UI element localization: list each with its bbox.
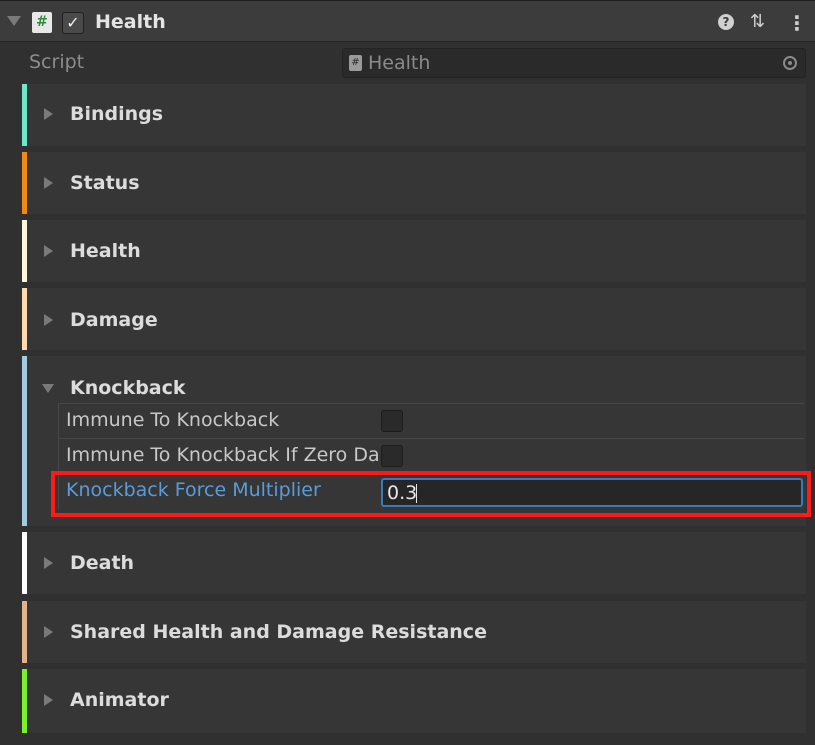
section-title: Damage [70, 309, 158, 331]
script-field-value: Health [368, 52, 431, 74]
section-stripe [22, 669, 27, 733]
section-bindings[interactable]: Bindings [22, 84, 806, 146]
component-enabled-checkbox[interactable]: ✓ [62, 12, 84, 34]
section-title: Death [70, 552, 135, 574]
section-stripe [22, 356, 27, 526]
section-death[interactable]: Death [22, 532, 806, 594]
property-label: Immune To Knockback If Zero Damage [66, 444, 378, 466]
expand-arrow-icon[interactable] [44, 108, 53, 120]
section-title: Bindings [70, 103, 164, 125]
expand-arrow-icon[interactable] [44, 557, 53, 569]
script-asset-icon: # [349, 55, 362, 71]
expand-arrow-icon[interactable] [44, 626, 53, 638]
script-label: Script [29, 51, 85, 73]
preset-sliders-icon[interactable]: ⇅ [750, 11, 765, 32]
immune-zero-damage-row: Immune To Knockback If Zero Damage [58, 438, 804, 473]
section-title: Health [70, 240, 141, 262]
section-stripe [22, 220, 27, 282]
foldout-arrow-icon[interactable] [7, 16, 21, 26]
section-stripe [22, 601, 27, 663]
section-title: Animator [70, 689, 169, 711]
section-status[interactable]: Status [22, 152, 806, 214]
section-animator[interactable]: Animator [22, 669, 806, 733]
expand-arrow-icon[interactable] [44, 694, 53, 706]
expand-arrow-icon[interactable] [44, 177, 53, 189]
immune-zero-damage-checkbox[interactable] [381, 445, 403, 467]
immune-to-knockback-checkbox[interactable] [381, 410, 403, 432]
section-title: Status [70, 172, 140, 194]
property-label: Immune To Knockback [66, 409, 280, 431]
immune-to-knockback-row: Immune To Knockback [58, 403, 804, 438]
component-header[interactable]: # ✓ Health ? ⇅ ⋮ [0, 0, 815, 42]
collapse-arrow-icon[interactable] [42, 384, 54, 393]
section-title: Knockback [70, 377, 186, 399]
section-title: Shared Health and Damage Resistance [70, 621, 487, 643]
context-menu-icon[interactable]: ⋮ [787, 11, 807, 35]
section-damage[interactable]: Damage [22, 288, 806, 350]
highlight-box [51, 471, 811, 517]
section-stripe [22, 288, 27, 350]
expand-arrow-icon[interactable] [44, 245, 53, 257]
help-icon[interactable]: ? [718, 14, 734, 30]
section-shared-resistance[interactable]: Shared Health and Damage Resistance [22, 601, 806, 663]
script-icon: # [32, 12, 52, 33]
script-object-field[interactable]: # Health [342, 48, 806, 78]
object-picker-icon[interactable] [783, 56, 797, 70]
section-stripe [22, 532, 27, 594]
section-health[interactable]: Health [22, 220, 806, 282]
section-stripe [22, 84, 27, 146]
expand-arrow-icon[interactable] [44, 314, 53, 326]
section-stripe [22, 152, 27, 214]
component-title: Health [95, 11, 166, 33]
